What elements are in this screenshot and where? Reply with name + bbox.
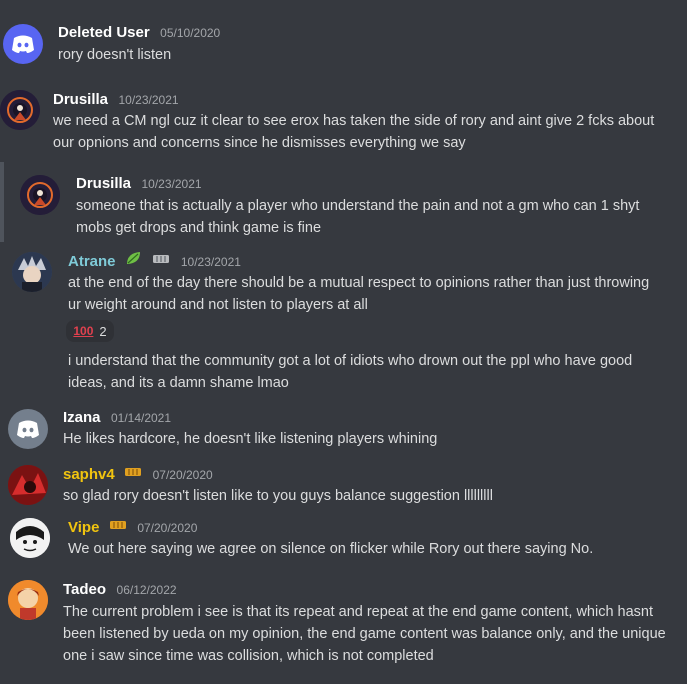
username[interactable]: Izana [63,407,101,429]
message-header: Drusilla 10/23/2021 [53,89,179,111]
ticket-badge-icon[interactable] [124,464,142,486]
reaction-count: 2 [99,323,107,339]
message-text-line: so glad rory doesn't listen like to you … [63,488,493,504]
avatar[interactable] [3,24,43,64]
message-text-line: He likes hardcore, he doesn't like liste… [63,431,438,447]
avatar[interactable] [20,175,60,215]
message-text-line: ideas, and its a damn shame lmao [68,375,289,391]
message-header: Deleted User 05/10/2020 [58,22,220,44]
leaf-badge-icon[interactable] [125,250,143,273]
message-header: Izana 01/14/2021 [63,407,171,429]
ticket-badge-icon[interactable] [152,251,170,273]
discord-logo-icon [12,35,34,53]
drusilla-avatar-icon [0,90,40,130]
message-text-line: someone that is actually a player who un… [76,198,640,214]
message-header: Vipe 07/20/2020 [68,517,197,539]
username[interactable]: Vipe [68,517,99,539]
thread-indicator-bar [0,162,4,242]
drusilla-avatar-icon [20,175,60,215]
timestamp: 05/10/2020 [160,26,221,40]
timestamp: 10/23/2021 [118,93,179,107]
message-text-line: The current problem i see is that its re… [63,604,654,620]
ticket-badge-icon[interactable] [109,517,127,539]
tadeo-avatar-icon [8,580,48,620]
timestamp: 10/23/2021 [180,254,241,269]
username[interactable]: Deleted User [58,22,150,44]
message-text-line: we need a CM ngl cuz it clear to see ero… [53,113,655,129]
avatar[interactable] [8,409,48,449]
message-header: saphv4 07/20/2020 [63,464,213,486]
timestamp: 10/23/2021 [141,177,202,191]
saphv4-avatar-icon [8,465,48,505]
vipe-avatar-icon [10,518,50,558]
message-text-line: rory doesn't listen [58,47,172,63]
message-header: Atrane 10/23/2021 [68,250,241,272]
username[interactable]: Drusilla [76,173,131,195]
username[interactable]: Atrane [68,251,116,273]
username[interactable]: Tadeo [63,579,106,601]
avatar[interactable] [8,580,48,620]
message-text-line: been listened by ueda on my opinion, the… [63,626,666,642]
message-text-line: one i saw since time was collision, whic… [63,648,434,664]
avatar[interactable] [10,518,50,558]
message-text-line: We out here saying we agree on silence o… [68,541,594,557]
avatar[interactable] [8,465,48,505]
message-text-line: our opnions and concerns since he dismis… [53,135,466,151]
message-text-line: ur weight around and not listen to playe… [68,297,368,313]
message-header: Tadeo 06/12/2022 [63,579,177,601]
timestamp: 07/20/2020 [137,521,198,535]
reaction-button[interactable]: 100 2 [66,320,114,342]
timestamp: 01/14/2021 [110,411,172,425]
timestamp: 06/12/2022 [116,583,177,597]
discord-logo-icon [17,420,39,438]
timestamp: 07/20/2020 [152,468,213,482]
atrane-avatar-icon [12,252,52,292]
chat-log: Deleted User 05/10/2020 rory doesn't lis… [0,0,687,684]
message-header: Drusilla 10/23/2021 [76,173,202,195]
message-text-line: at the end of the day there should be a … [68,275,650,291]
avatar[interactable] [12,252,52,292]
message-text-line: i understand that the community got a lo… [68,353,633,369]
username[interactable]: saphv4 [63,464,115,486]
avatar[interactable] [0,90,40,130]
message-text-line: mobs get drops and think game is fine [76,220,322,236]
username[interactable]: Drusilla [53,89,108,111]
hundred-points-emoji: 100 [73,324,94,338]
